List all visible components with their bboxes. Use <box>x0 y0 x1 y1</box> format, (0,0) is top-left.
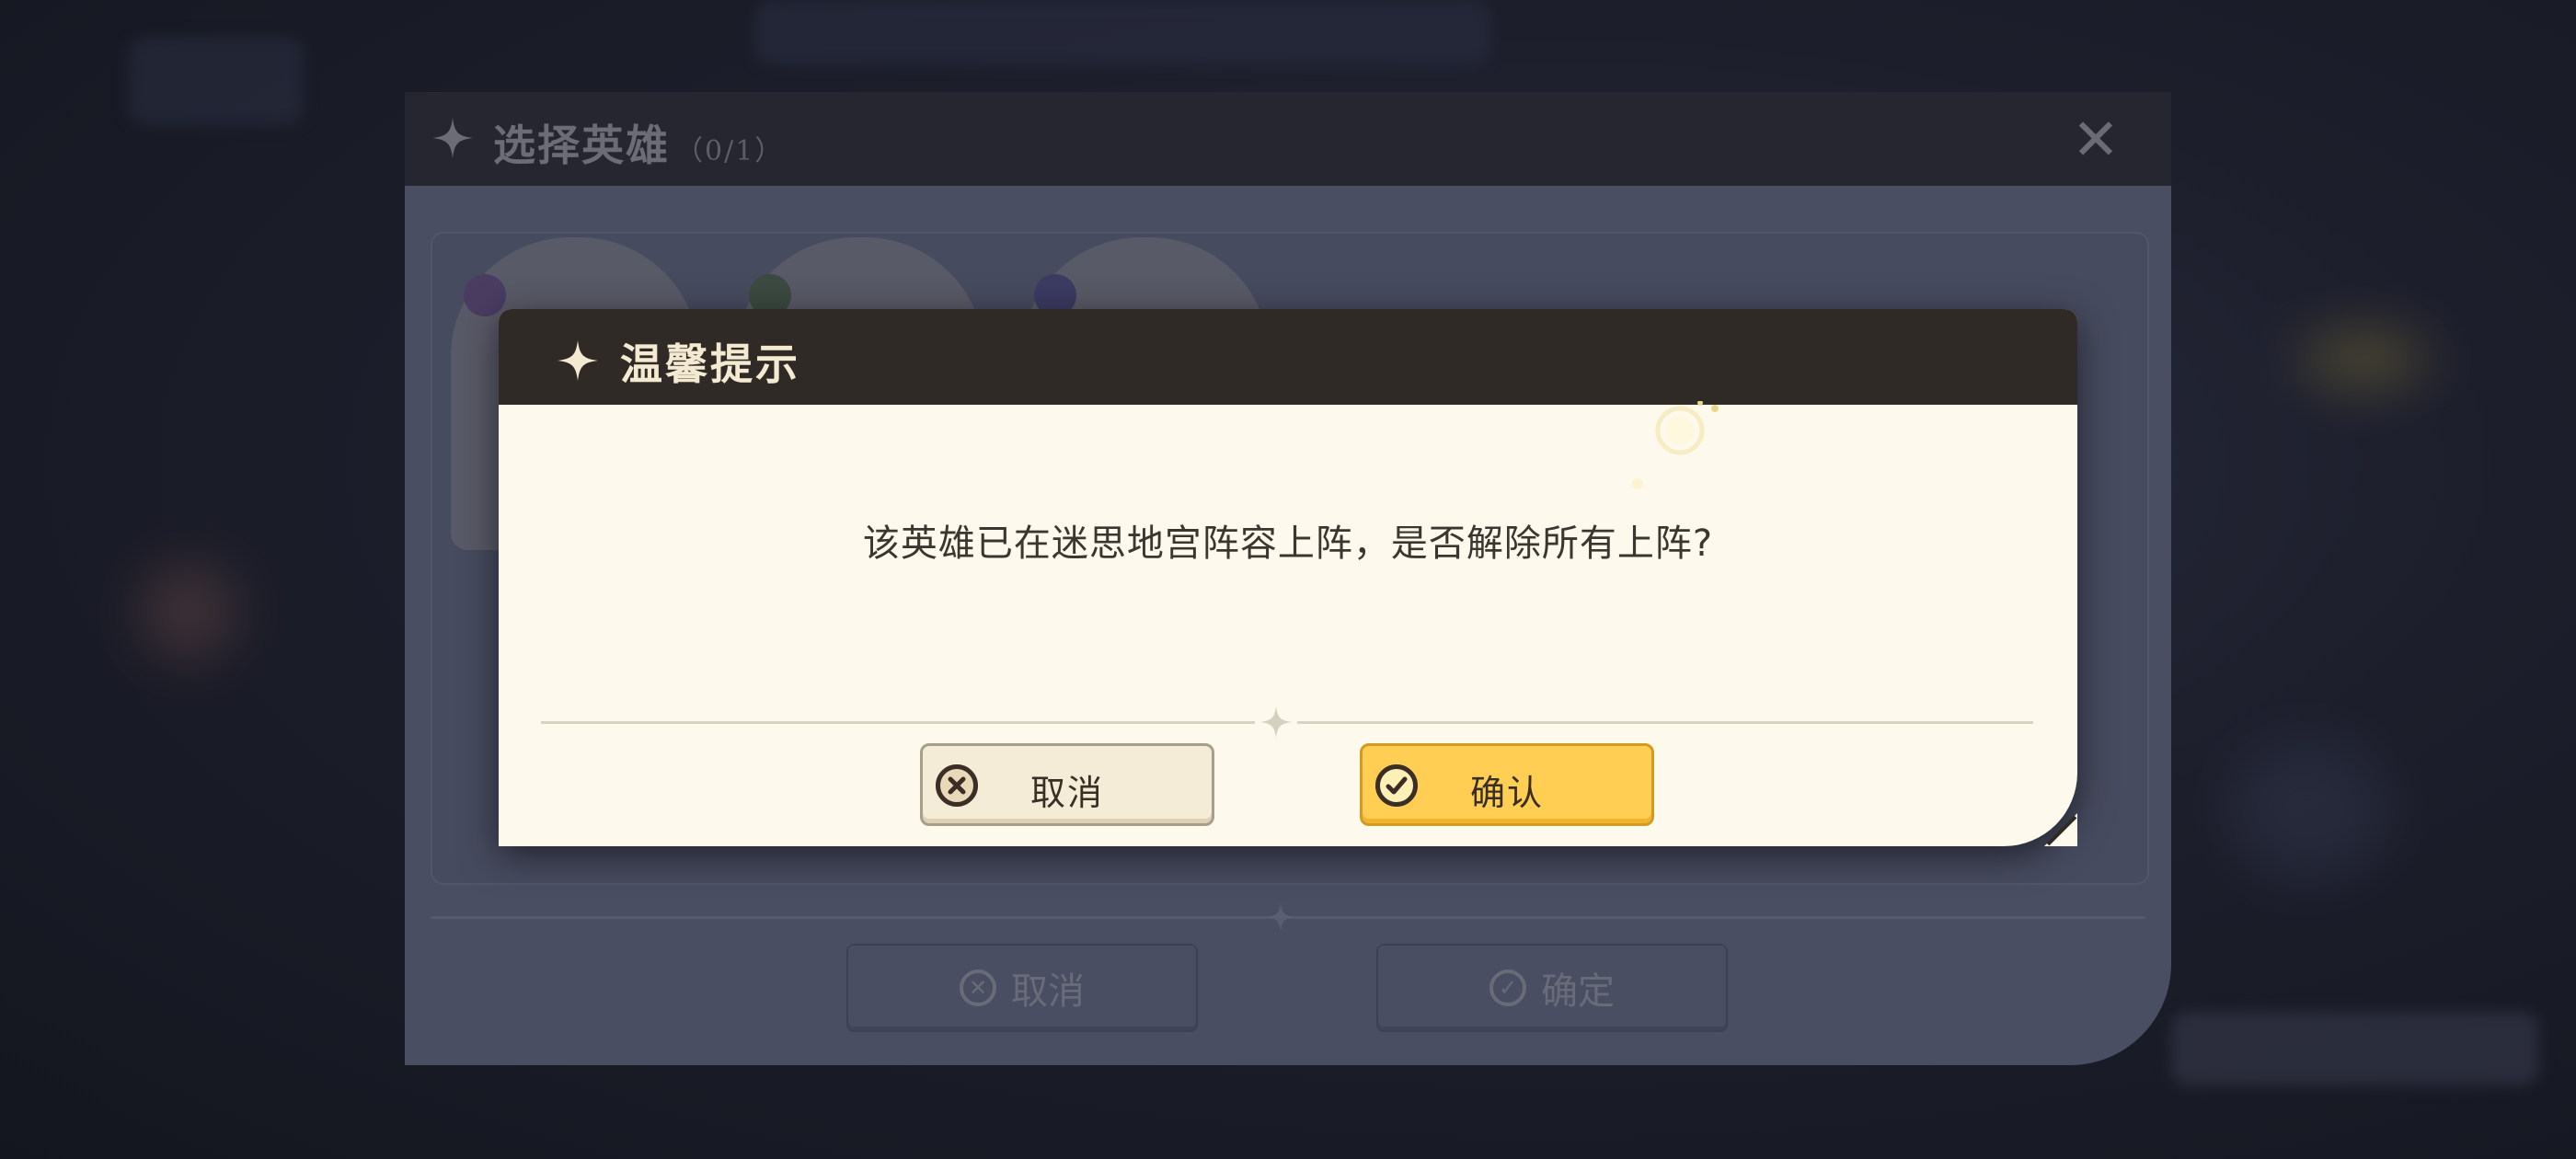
four-point-star-icon <box>432 118 473 158</box>
cancel-button[interactable]: 取消 <box>920 743 1214 826</box>
corner-notch-decoration <box>2044 813 2077 846</box>
confirm-button-label: 确认 <box>1469 773 1544 813</box>
checkmark-circle-icon: ✓ <box>1489 970 1526 1006</box>
bg-panel <box>2171 1012 2539 1085</box>
faction-badge-icon <box>464 274 506 316</box>
hero-select-cancel-label: 取消 <box>1011 970 1085 1013</box>
divider <box>1297 721 2033 724</box>
close-icon[interactable]: ✕ <box>2068 111 2123 168</box>
cancel-x-circle-icon: ✕ <box>960 970 996 1006</box>
hero-select-confirm-label: 确定 <box>1541 970 1615 1013</box>
hero-select-confirm-button[interactable]: ✓ 确定 <box>1376 944 1728 1032</box>
bg-top-bar <box>754 0 1490 64</box>
four-point-star-icon <box>1259 706 1293 739</box>
confirm-button[interactable]: 确认 <box>1360 743 1654 826</box>
modal-message: 该英雄已在迷思地宫阵容上阵，是否解除所有上阵? <box>862 522 1714 565</box>
four-point-star-icon <box>558 340 598 381</box>
hero-select-title-text: 选择英雄 <box>493 120 670 170</box>
hero-select-count: （0/1） <box>675 135 785 167</box>
hero-select-title: 选择英雄 （0/1） <box>493 112 784 173</box>
warm-tip-modal: 温馨提示 该英雄已在迷思地宫阵容上阵，是否解除所有上阵? 取消 确认 <box>499 309 2077 846</box>
cancel-button-label: 取消 <box>1029 773 1104 813</box>
bg-panel <box>129 37 304 125</box>
modal-header: 温馨提示 <box>499 309 2077 405</box>
divider <box>541 721 1255 724</box>
bg-orb <box>138 561 239 662</box>
hero-select-header: 选择英雄 （0/1） ✕ <box>405 92 2171 186</box>
bg-glow <box>2300 331 2429 386</box>
bg-orb <box>2226 736 2392 883</box>
sparkle-decoration-icon <box>1632 401 1719 489</box>
four-point-star-icon <box>1266 902 1295 932</box>
modal-title: 温馨提示 <box>620 339 800 389</box>
hero-select-cancel-button[interactable]: ✕ 取消 <box>846 944 1198 1032</box>
